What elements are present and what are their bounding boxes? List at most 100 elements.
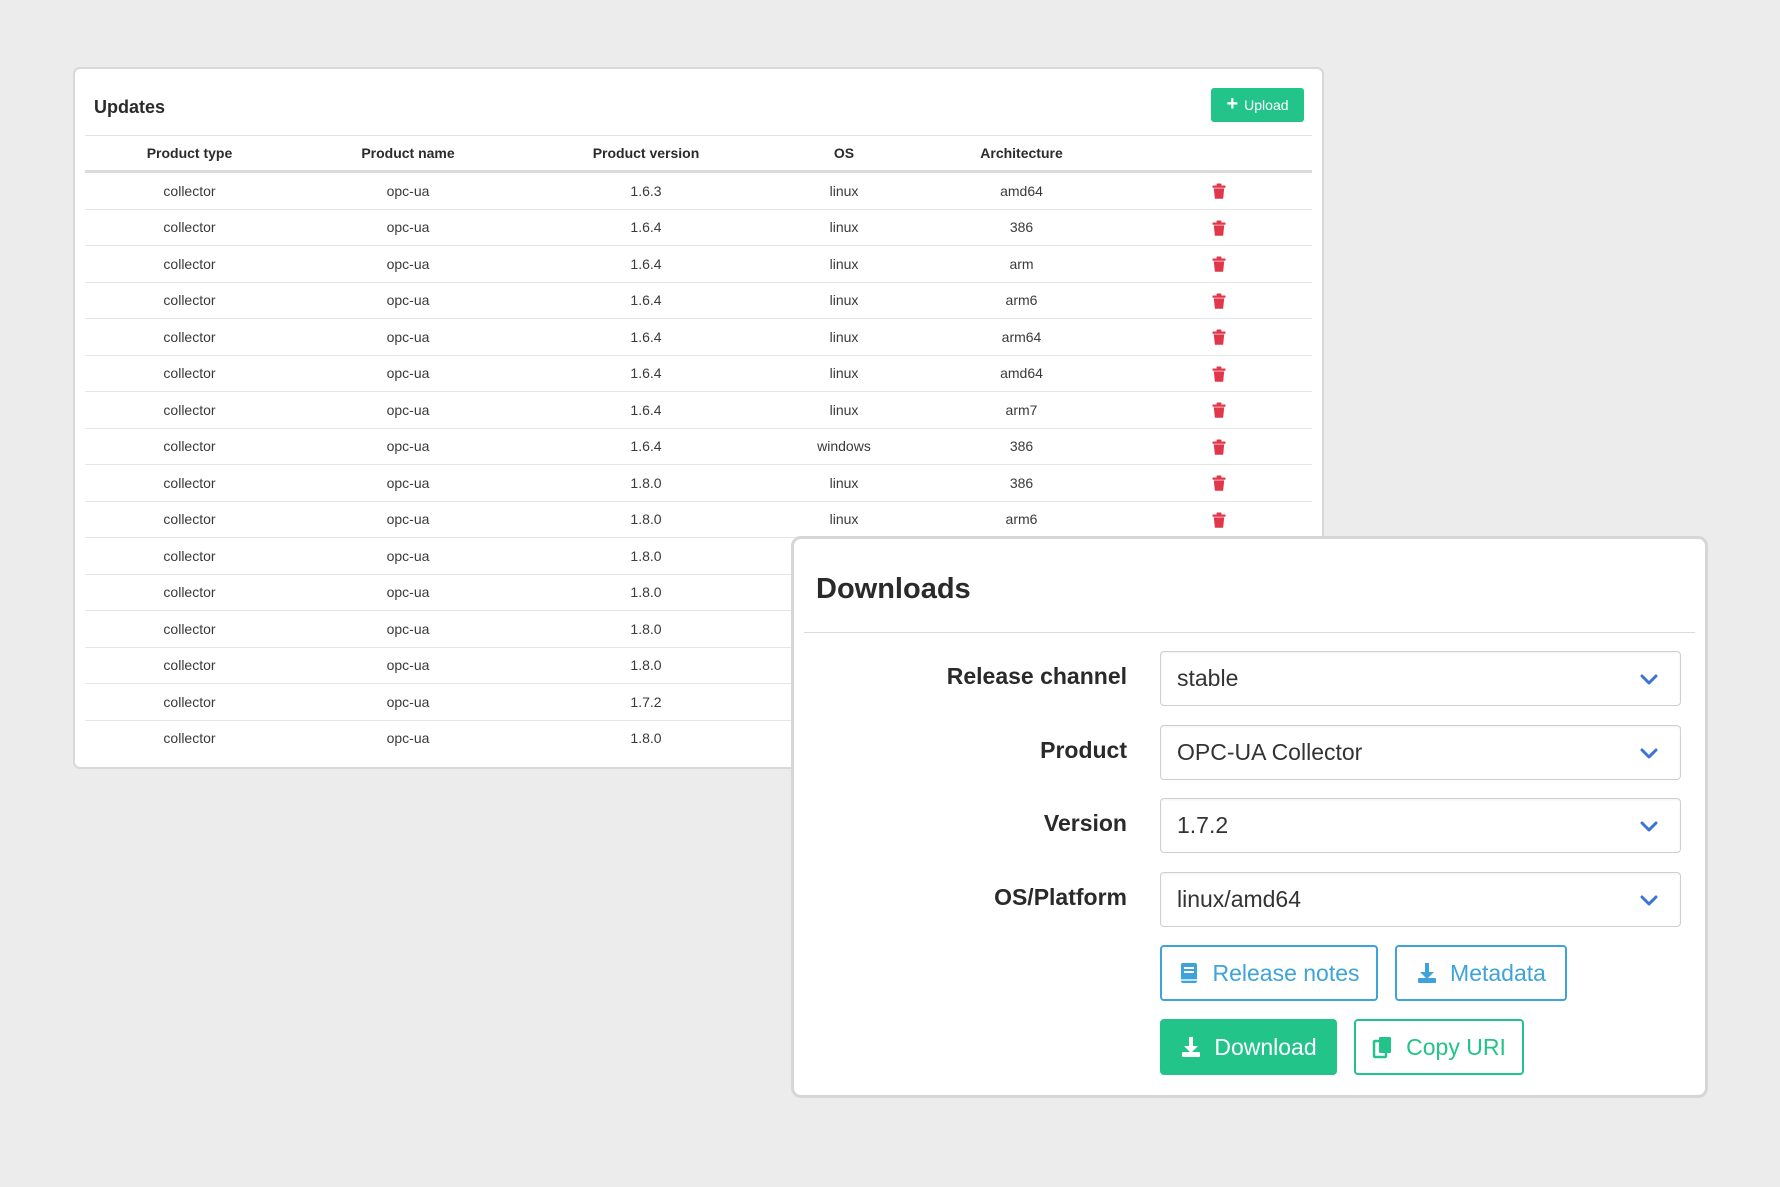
release-notes-button[interactable]: Release notes bbox=[1160, 945, 1378, 1001]
table-row: collector opc-ua 1.8.0 linux 386 bbox=[85, 464, 1312, 502]
product-select[interactable]: OPC-UA Collector bbox=[1160, 725, 1681, 780]
table-row: collector opc-ua 1.6.4 linux arm64 bbox=[85, 318, 1312, 356]
cell-os: linux bbox=[770, 391, 918, 429]
version-select[interactable]: 1.7.2 bbox=[1160, 798, 1681, 853]
release-channel-select[interactable]: stable bbox=[1160, 651, 1681, 706]
cell-product-type: collector bbox=[85, 391, 294, 429]
cell-os: linux bbox=[770, 171, 918, 210]
product-value: OPC-UA Collector bbox=[1177, 739, 1363, 765]
cell-os: linux bbox=[770, 501, 918, 538]
cell-product-version: 1.8.0 bbox=[522, 647, 770, 684]
trash-icon[interactable] bbox=[1212, 402, 1226, 419]
cell-product-version: 1.6.3 bbox=[522, 171, 770, 210]
trash-icon[interactable] bbox=[1212, 439, 1226, 455]
copy-uri-button[interactable]: Copy URI bbox=[1354, 1019, 1524, 1075]
cell-actions bbox=[1125, 355, 1312, 392]
cell-product-version: 1.7.2 bbox=[522, 683, 770, 721]
cell-architecture: amd64 bbox=[918, 355, 1125, 392]
cell-product-name: opc-ua bbox=[294, 171, 522, 210]
column-header-product-type[interactable]: Product type bbox=[85, 135, 294, 173]
trash-icon[interactable] bbox=[1212, 366, 1226, 382]
downloads-title: Downloads bbox=[816, 573, 971, 605]
cell-product-version: 1.6.4 bbox=[522, 318, 770, 356]
cell-actions bbox=[1125, 501, 1312, 538]
cell-product-name: opc-ua bbox=[294, 683, 522, 721]
cell-os: linux bbox=[770, 355, 918, 392]
cell-actions bbox=[1125, 245, 1312, 283]
table-row: collector opc-ua 1.6.4 linux amd64 bbox=[85, 355, 1312, 392]
table-row: collector opc-ua 1.6.4 windows 386 bbox=[85, 428, 1312, 465]
cell-product-type: collector bbox=[85, 501, 294, 538]
download-button[interactable]: Download bbox=[1160, 1019, 1337, 1075]
upload-button[interactable]: + Upload bbox=[1211, 88, 1304, 122]
cell-product-version: 1.6.4 bbox=[522, 209, 770, 246]
cell-product-type: collector bbox=[85, 537, 294, 575]
table-row: collector opc-ua 1.6.3 linux amd64 bbox=[85, 171, 1312, 210]
cell-product-name: opc-ua bbox=[294, 391, 522, 429]
cell-product-name: opc-ua bbox=[294, 501, 522, 538]
cell-architecture: arm7 bbox=[918, 391, 1125, 429]
updates-title: Updates bbox=[94, 97, 166, 117]
cell-product-version: 1.6.4 bbox=[522, 355, 770, 392]
trash-icon[interactable] bbox=[1212, 183, 1226, 200]
trash-icon[interactable] bbox=[1212, 475, 1226, 492]
os-platform-value: linux/amd64 bbox=[1177, 886, 1302, 912]
cell-product-name: opc-ua bbox=[294, 610, 522, 648]
product-label: Product bbox=[1040, 737, 1127, 763]
cell-product-name: opc-ua bbox=[294, 355, 522, 392]
cell-architecture: amd64 bbox=[918, 171, 1125, 210]
cell-actions bbox=[1125, 318, 1312, 356]
column-header-os[interactable]: OS bbox=[770, 135, 918, 173]
cell-architecture: arm6 bbox=[918, 501, 1125, 538]
cell-product-type: collector bbox=[85, 574, 294, 611]
os-platform-select[interactable]: linux/amd64 bbox=[1160, 872, 1681, 927]
trash-icon[interactable] bbox=[1212, 512, 1226, 528]
column-header-product-name[interactable]: Product name bbox=[294, 135, 522, 173]
book-icon bbox=[1181, 963, 1198, 983]
cell-architecture: 386 bbox=[918, 428, 1125, 465]
cell-product-name: opc-ua bbox=[294, 428, 522, 465]
cell-product-type: collector bbox=[85, 209, 294, 246]
column-header-architecture[interactable]: Architecture bbox=[918, 135, 1125, 173]
cell-actions bbox=[1125, 209, 1312, 246]
metadata-label: Metadata bbox=[1450, 959, 1546, 986]
cell-product-version: 1.8.0 bbox=[522, 610, 770, 648]
metadata-button[interactable]: Metadata bbox=[1395, 945, 1567, 1001]
cell-product-name: opc-ua bbox=[294, 647, 522, 684]
upload-button-label: Upload bbox=[1244, 97, 1289, 113]
copy-icon bbox=[1372, 1037, 1392, 1059]
cell-os: linux bbox=[770, 245, 918, 283]
cell-os: windows bbox=[770, 428, 918, 465]
cell-product-name: opc-ua bbox=[294, 537, 522, 575]
trash-icon[interactable] bbox=[1212, 293, 1226, 309]
cell-product-name: opc-ua bbox=[294, 574, 522, 611]
cell-product-version: 1.8.0 bbox=[522, 574, 770, 611]
download-icon bbox=[1182, 1037, 1201, 1057]
cell-product-type: collector bbox=[85, 245, 294, 283]
release-notes-label: Release notes bbox=[1212, 959, 1360, 986]
table-row: collector opc-ua 1.6.4 linux arm7 bbox=[85, 391, 1312, 429]
download-label: Download bbox=[1214, 1033, 1317, 1060]
cell-os: linux bbox=[770, 464, 918, 502]
column-header-product-version[interactable]: Product version bbox=[522, 135, 770, 173]
cell-os: linux bbox=[770, 282, 918, 319]
table-header-row: Product type Product name Product versio… bbox=[85, 135, 1312, 173]
cell-product-version: 1.6.4 bbox=[522, 428, 770, 465]
trash-icon[interactable] bbox=[1212, 256, 1226, 273]
cell-product-version: 1.8.0 bbox=[522, 537, 770, 575]
cell-product-name: opc-ua bbox=[294, 245, 522, 283]
cell-product-type: collector bbox=[163, 730, 216, 747]
cell-product-version: 1.6.4 bbox=[522, 245, 770, 283]
chevron-down-icon bbox=[1640, 821, 1658, 832]
table-row: collector opc-ua 1.6.4 linux 386 bbox=[85, 209, 1312, 246]
downloads-panel: Downloads Release channel stable Product… bbox=[791, 536, 1708, 1098]
trash-icon[interactable] bbox=[1212, 329, 1226, 346]
version-label: Version bbox=[1043, 810, 1127, 836]
os-platform-label: OS/Platform bbox=[994, 884, 1127, 910]
cell-product-version: 1.6.4 bbox=[522, 391, 770, 429]
release-channel-value: stable bbox=[1177, 665, 1239, 691]
trash-icon[interactable] bbox=[1212, 220, 1226, 236]
cell-architecture: 386 bbox=[918, 209, 1125, 246]
cell-product-name: opc-ua bbox=[294, 318, 522, 356]
cell-actions bbox=[1125, 391, 1312, 429]
